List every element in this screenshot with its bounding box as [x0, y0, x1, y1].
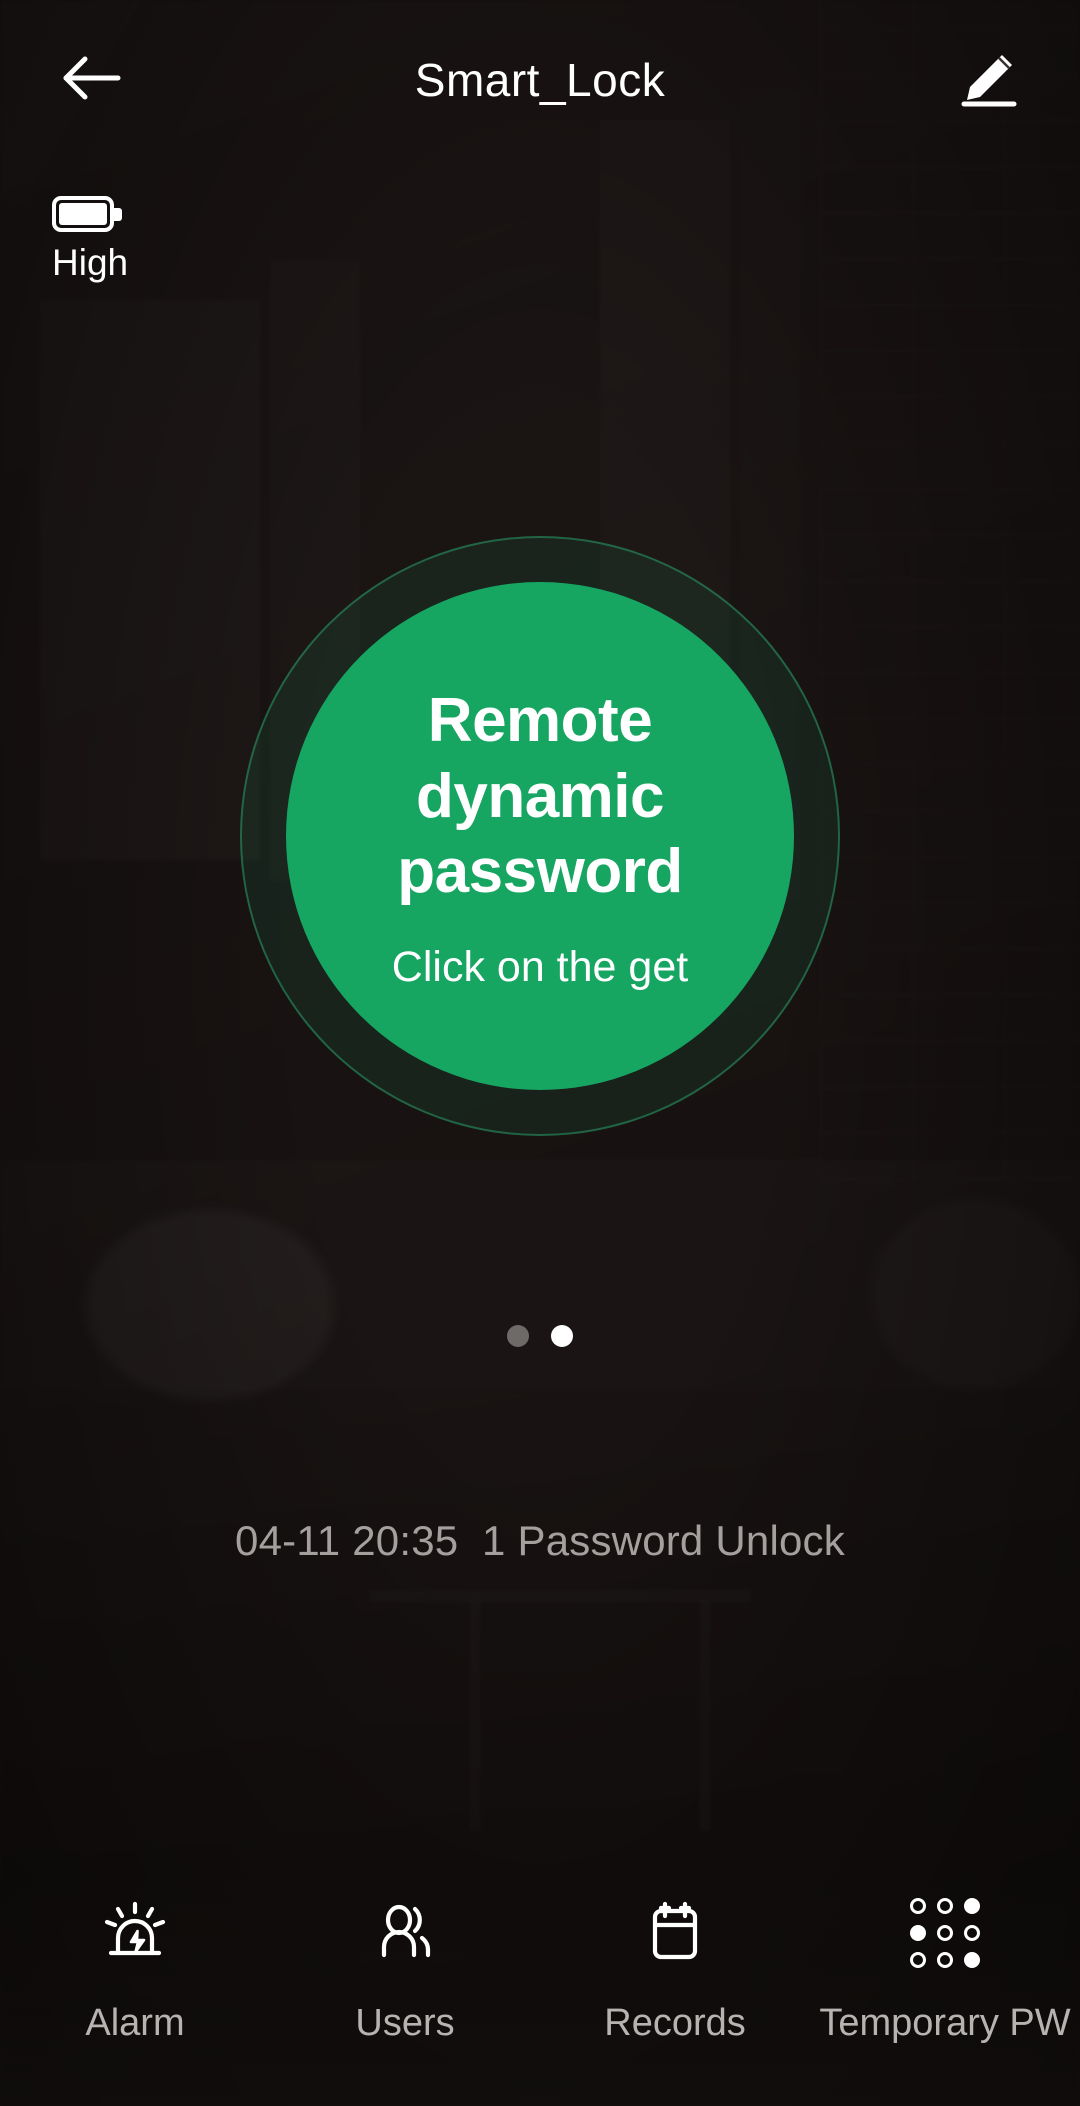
nav-label-users: Users	[355, 2002, 455, 2044]
dial-subtitle: Click on the get	[391, 942, 689, 991]
dynamic-password-dial: Remote dynamic password Click on the get	[240, 536, 840, 1136]
smart-lock-screen: Smart_Lock High Remote dynamic password …	[0, 0, 1080, 2106]
top-app-bar: Smart_Lock	[0, 0, 1080, 160]
edit-button[interactable]	[942, 34, 1034, 126]
arrow-left-icon	[63, 53, 121, 108]
nav-item-temporary-pw[interactable]: Temporary PW	[810, 1896, 1080, 2042]
nav-item-users[interactable]: Users	[270, 1896, 540, 2042]
keypad-dots-icon	[908, 1896, 982, 1970]
page-dot-1[interactable]	[507, 1325, 529, 1347]
nav-label-temporary-pw: Temporary PW	[819, 2002, 1071, 2044]
nav-item-alarm[interactable]: Alarm	[0, 1896, 270, 2042]
battery-level-label: High	[52, 242, 129, 283]
latest-record-text: 04-11 20:35 1 Password Unlock	[235, 1517, 845, 1564]
page-dot-2[interactable]	[551, 1325, 573, 1347]
alarm-siren-icon	[98, 1896, 172, 1970]
nav-label-records: Records	[604, 2002, 746, 2044]
users-icon	[368, 1896, 442, 1970]
battery-full-icon	[52, 196, 122, 232]
nav-label-alarm: Alarm	[85, 2002, 185, 2044]
battery-status: High	[52, 196, 128, 281]
remote-dynamic-password-button[interactable]: Remote dynamic password Click on the get	[286, 582, 794, 1090]
page-title: Smart_Lock	[414, 54, 666, 106]
dial-title: Remote dynamic password	[397, 686, 683, 907]
nav-item-records[interactable]: Records	[540, 1896, 810, 2042]
bottom-navigation-bar: Alarm Users Records Temporary PW	[0, 1876, 1080, 2106]
calendar-records-icon	[638, 1896, 712, 1970]
page-indicator	[507, 1325, 573, 1347]
back-button[interactable]	[46, 34, 138, 126]
pencil-edit-icon	[958, 49, 1018, 112]
